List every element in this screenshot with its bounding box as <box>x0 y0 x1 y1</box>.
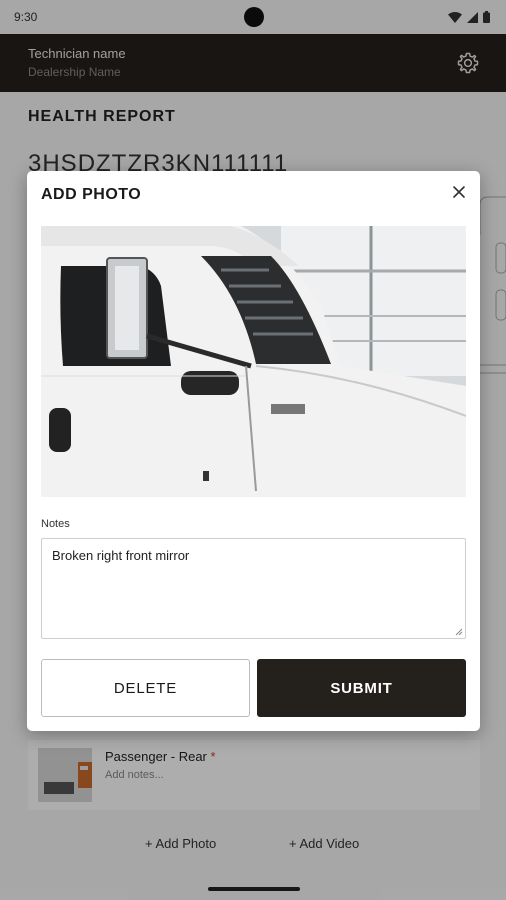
notes-label: Notes <box>41 518 70 530</box>
resize-grip-icon[interactable] <box>455 628 463 636</box>
submit-button[interactable]: SUBMIT <box>257 659 466 717</box>
close-icon[interactable] <box>450 183 468 201</box>
add-photo-dialog: ADD PHOTO Notes Broken right front mirro… <box>27 171 480 731</box>
notes-input[interactable]: Broken right front mirror <box>41 538 466 639</box>
captured-photo <box>41 226 466 497</box>
delete-button[interactable]: DELETE <box>41 659 250 717</box>
dialog-title: ADD PHOTO <box>41 186 142 203</box>
